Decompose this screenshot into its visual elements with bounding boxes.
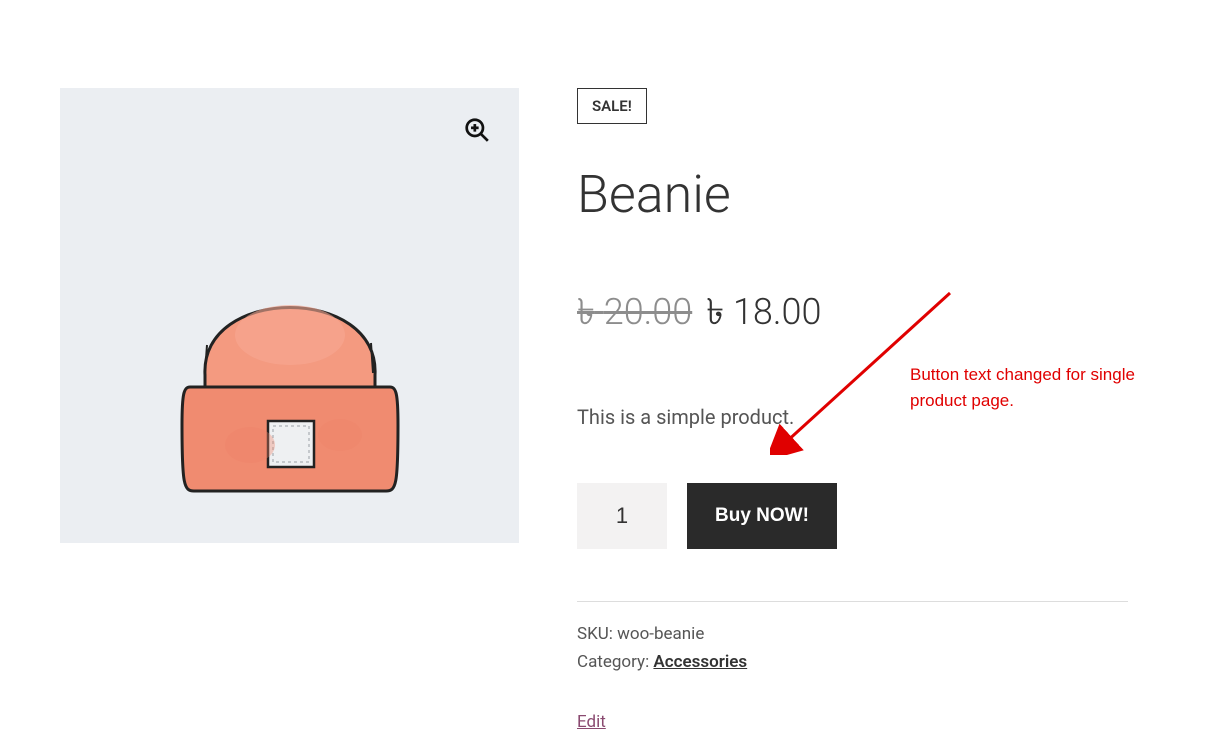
annotation-text: Button text changed for single product p… bbox=[910, 362, 1170, 413]
edit-link[interactable]: Edit bbox=[577, 712, 606, 732]
price-new: ৳ 18.00 bbox=[706, 285, 821, 345]
category-link[interactable]: Accessories bbox=[653, 652, 747, 672]
divider bbox=[577, 601, 1128, 602]
price-old: ৳ 20.00 bbox=[577, 285, 692, 345]
zoom-icon[interactable] bbox=[457, 110, 497, 150]
sku-line: SKU: woo-beanie bbox=[577, 624, 1128, 644]
category-line: Category: Accessories bbox=[577, 652, 1128, 672]
price: ৳ 20.00 ৳ 18.00 bbox=[577, 285, 1128, 345]
product-illustration bbox=[160, 225, 420, 515]
quantity-input[interactable] bbox=[577, 483, 667, 549]
buy-now-button[interactable]: Buy NOW! bbox=[687, 483, 837, 549]
product-image-column bbox=[60, 88, 519, 732]
product-title: Beanie bbox=[577, 164, 1128, 225]
sale-badge: SALE! bbox=[577, 88, 647, 124]
sku-value: woo-beanie bbox=[617, 624, 704, 644]
add-to-cart-form: Buy NOW! bbox=[577, 483, 1128, 549]
product-image[interactable] bbox=[60, 88, 519, 543]
